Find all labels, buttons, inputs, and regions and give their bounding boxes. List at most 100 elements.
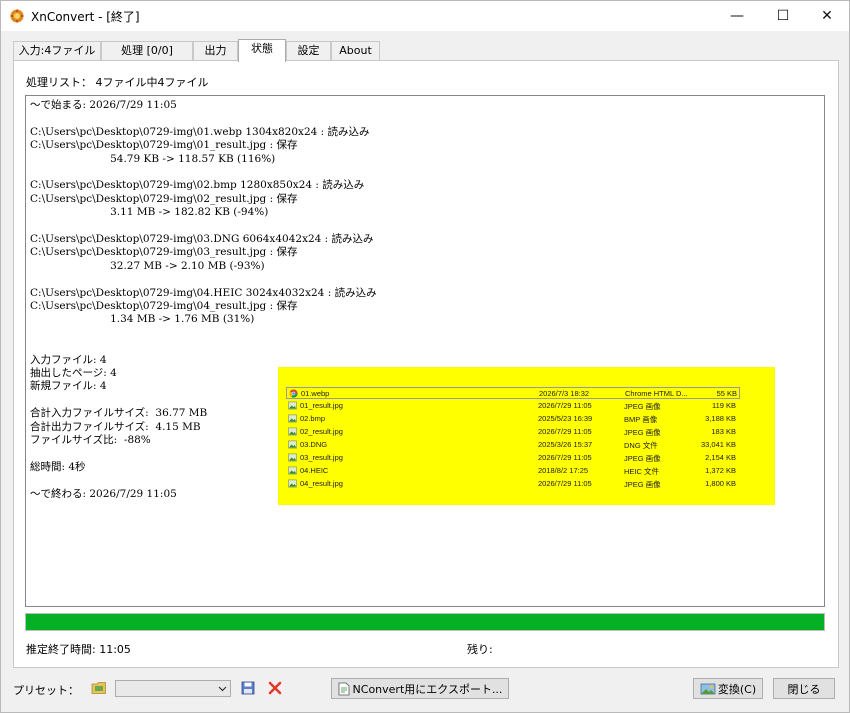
file-date: 2026/7/29 11:05	[538, 479, 592, 488]
file-name: 01.webp	[301, 389, 330, 398]
xnconvert-window: XnConvert - [終了] — ☐ ✕ 入力:4ファイル 処理 [0/0]…	[0, 0, 850, 713]
file-size: 183 KB	[711, 427, 736, 436]
file-type: HEIC 文件	[624, 467, 660, 476]
file-type: JPEG 画像	[624, 454, 661, 463]
tab-status[interactable]: 状態	[238, 39, 286, 62]
file-size: 2,154 KB	[705, 453, 736, 462]
file-row[interactable]: 01.webp 2026/7/3 18:32 Chrome HTML D... 55 …	[286, 387, 740, 399]
file-type: JPEG 画像	[624, 480, 661, 489]
title-bar[interactable]: XnConvert - [終了] — ☐ ✕	[1, 1, 849, 31]
estimated-end-time: 推定終了時間: 11:05	[26, 643, 131, 656]
save-preset-button[interactable]	[239, 679, 257, 697]
minimize-icon: —	[730, 8, 744, 24]
status-panel: 処理リスト： 4ファイル中4ファイル ～で始まる: 2026/7/29 11:0…	[13, 60, 839, 668]
file-type: DNG 文件	[624, 441, 658, 450]
image-file-icon	[288, 427, 297, 436]
xnconvert-app-icon	[9, 8, 25, 24]
tab-settings[interactable]: 設定	[286, 41, 331, 61]
close-icon: ✕	[821, 8, 833, 24]
preset-label: プリセット：	[13, 684, 79, 697]
file-date: 2025/5/23 16:39	[538, 414, 593, 423]
file-type: JPEG 画像	[624, 428, 661, 437]
log-line: 総時間: 4秒	[30, 460, 86, 473]
file-row[interactable]: 03.DNG 2025/3/26 15:37 DNG 文件 33,041 KB	[286, 439, 740, 451]
preset-combobox[interactable]	[115, 680, 231, 697]
file-date: 2026/7/29 11:05	[538, 401, 592, 410]
script-file-icon	[338, 682, 349, 695]
tab-output[interactable]: 出力	[193, 41, 238, 61]
image-file-icon	[288, 440, 297, 449]
file-name: 03.DNG	[300, 440, 328, 449]
file-size: 3,188 KB	[705, 414, 736, 423]
log-line: 54.79 KB -> 118.57 KB (116%)	[30, 152, 276, 165]
log-line: 合計出力ファイルサイズ: 4.15 MB	[30, 420, 201, 433]
file-row[interactable]: 03_result.jpg 2026/7/29 11:05 JPEG 画像 2,154…	[286, 452, 740, 464]
log-line: ～で始まる: 2026/7/29 11:05	[30, 99, 177, 111]
file-row[interactable]: 02_result.jpg 2026/7/29 11:05 JPEG 画像 183 K…	[286, 426, 740, 438]
file-size: 55 KB	[716, 389, 737, 398]
log-textbox[interactable]: ～で始まる: 2026/7/29 11:05 C:\Users\pc\Deskto…	[25, 95, 825, 607]
log-line: 32.27 MB -> 2.10 MB (-93%)	[30, 259, 265, 272]
log-line: 3.11 MB -> 182.82 KB (-94%)	[30, 206, 269, 219]
file-date: 2018/8/2 17:25	[538, 466, 589, 475]
tab-process[interactable]: 処理 [0/0]	[101, 41, 193, 61]
log-line: C:\Users\pc\Desktop\0729-img\01.webp 130…	[30, 125, 370, 138]
tab-input[interactable]: 入力:4ファイル	[13, 41, 101, 61]
file-name: 04.HEIC	[300, 466, 329, 475]
delete-x-icon	[268, 681, 282, 695]
folder-icon	[91, 682, 106, 694]
image-file-icon	[288, 453, 297, 462]
log-line: 1.34 MB -> 1.76 MB (31%)	[30, 313, 255, 326]
file-name: 03_result.jpg	[300, 453, 343, 462]
log-line: 合計入力ファイルサイズ: 36.77 MB	[30, 407, 208, 420]
convert-label: 変換(C)	[717, 682, 757, 696]
bottom-bar: プリセット： NConvert用にエクスポート... 変換(C) 閉じる	[1, 677, 850, 701]
progress-bar	[25, 613, 825, 631]
log-line: C:\Users\pc\Desktop\0729-img\01_result.j…	[30, 139, 298, 152]
file-row[interactable]: 02.bmp 2025/5/23 16:39 BMP 画像 3,188 KB	[286, 413, 740, 425]
file-size: 1,800 KB	[705, 479, 736, 488]
chrome-icon	[289, 389, 298, 398]
image-file-icon	[288, 466, 297, 475]
file-size: 1,372 KB	[705, 466, 736, 475]
file-date: 2026/7/29 11:05	[538, 427, 592, 436]
export-nconvert-label: NConvert用にエクスポート...	[352, 682, 503, 696]
file-row[interactable]: 01_result.jpg 2026/7/29 11:05 JPEG 画像 119 K…	[286, 400, 740, 412]
maximize-button[interactable]: ☐	[760, 1, 806, 31]
delete-preset-button[interactable]	[266, 679, 284, 697]
close-button[interactable]: 閉じる	[773, 678, 835, 699]
image-file-icon	[288, 479, 297, 488]
export-nconvert-button[interactable]: NConvert用にエクスポート...	[331, 678, 509, 699]
remaining-time: 残り:	[467, 643, 493, 656]
file-name: 01_result.jpg	[300, 401, 343, 410]
processing-list-header: 処理リスト： 4ファイル中4ファイル	[26, 76, 209, 89]
file-name: 02.bmp	[300, 414, 326, 423]
open-preset-button[interactable]	[90, 679, 108, 697]
image-file-icon	[288, 414, 297, 423]
log-line: C:\Users\pc\Desktop\0729-img\04_result.j…	[30, 300, 298, 312]
file-size: 119 KB	[711, 401, 736, 410]
log-line: C:\Users\pc\Desktop\0729-img\04.HEIC 302…	[30, 286, 377, 299]
file-row[interactable]: 04_result.jpg 2026/7/29 11:05 JPEG 画像 1,800…	[286, 478, 740, 490]
log-line: 新規ファイル: 4	[30, 380, 107, 393]
progress-fill	[26, 614, 824, 630]
minimize-button[interactable]: —	[714, 1, 760, 31]
file-row[interactable]: 04.HEIC 2018/8/2 17:25 HEIC 文件 1,372 KB	[286, 465, 740, 477]
file-date: 2026/7/3 18:32	[539, 389, 590, 398]
log-line: 入力ファイル: 4	[30, 353, 107, 366]
file-type: Chrome HTML D...	[625, 389, 688, 398]
convert-button[interactable]: 変換(C)	[693, 678, 763, 699]
close-window-button[interactable]: ✕	[804, 1, 850, 31]
log-line: ～で終わる: 2026/7/29 11:05	[30, 487, 177, 500]
explorer-file-list-overlay: 01.webp 2026/7/3 18:32 Chrome HTML D... 55 …	[278, 367, 775, 505]
file-date: 2026/7/29 11:05	[538, 453, 592, 462]
file-name: 04_result.jpg	[300, 479, 343, 488]
file-type: BMP 画像	[624, 415, 658, 424]
log-line: C:\Users\pc\Desktop\0729-img\03.DNG 6064…	[30, 233, 374, 245]
maximize-icon: ☐	[776, 8, 790, 24]
log-line: C:\Users\pc\Desktop\0729-img\02.bmp 1280…	[30, 179, 365, 192]
log-line: ファイルサイズ比: -88%	[30, 434, 151, 446]
close-label: 閉じる	[787, 682, 821, 696]
convert-image-icon	[700, 683, 716, 694]
tab-about[interactable]: About	[331, 41, 380, 61]
